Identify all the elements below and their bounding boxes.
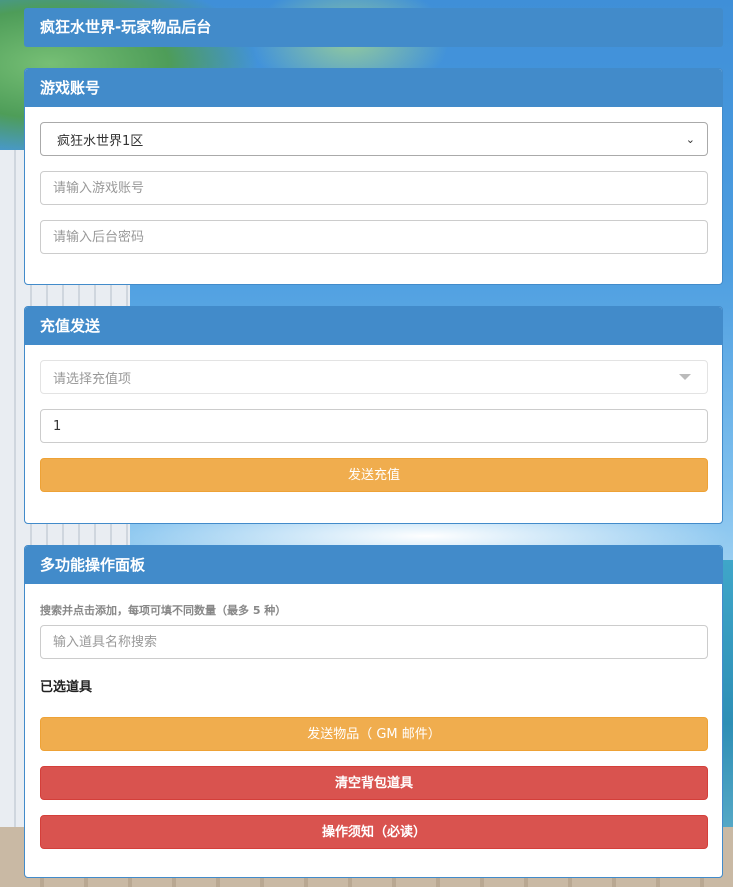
send-recharge-button[interactable]: 发送充值 (40, 458, 708, 492)
selected-items-label: 已选道具 (40, 680, 93, 695)
account-panel-heading: 游戏账号 (25, 69, 722, 107)
recharge-item-placeholder: 请选择充值项 (53, 371, 132, 387)
search-hint: 搜索并点击添加，每项可填不同数量（最多 5 种） (40, 604, 287, 617)
recharge-item-select[interactable]: 请选择充值项 (40, 360, 708, 394)
server-select[interactable]: 疯狂水世界1区 ⌄ (40, 122, 708, 156)
account-input[interactable] (40, 171, 708, 205)
recharge-panel: 充值发送 请选择充值项 发送充值 (24, 306, 723, 524)
send-items-button[interactable]: 发送物品（ GM 邮件） (40, 717, 708, 751)
chevron-down-icon: ⌄ (685, 132, 695, 146)
page-title: 疯狂水世界-玩家物品后台 (24, 8, 723, 47)
item-search-input[interactable] (40, 625, 708, 659)
multi-function-panel: 多功能操作面板 搜索并点击添加，每项可填不同数量（最多 5 种） 已选道具 发送… (24, 545, 723, 878)
caret-down-icon (679, 374, 691, 380)
password-input[interactable] (40, 220, 708, 254)
multi-panel-heading: 多功能操作面板 (25, 546, 722, 584)
account-panel: 游戏账号 疯狂水世界1区 ⌄ (24, 68, 723, 285)
notice-button[interactable]: 操作须知（必读） (40, 815, 708, 849)
server-select-value: 疯狂水世界1区 (57, 133, 144, 149)
recharge-panel-heading: 充值发送 (25, 307, 722, 345)
clear-bag-button[interactable]: 清空背包道具 (40, 766, 708, 800)
quantity-input[interactable] (40, 409, 708, 443)
